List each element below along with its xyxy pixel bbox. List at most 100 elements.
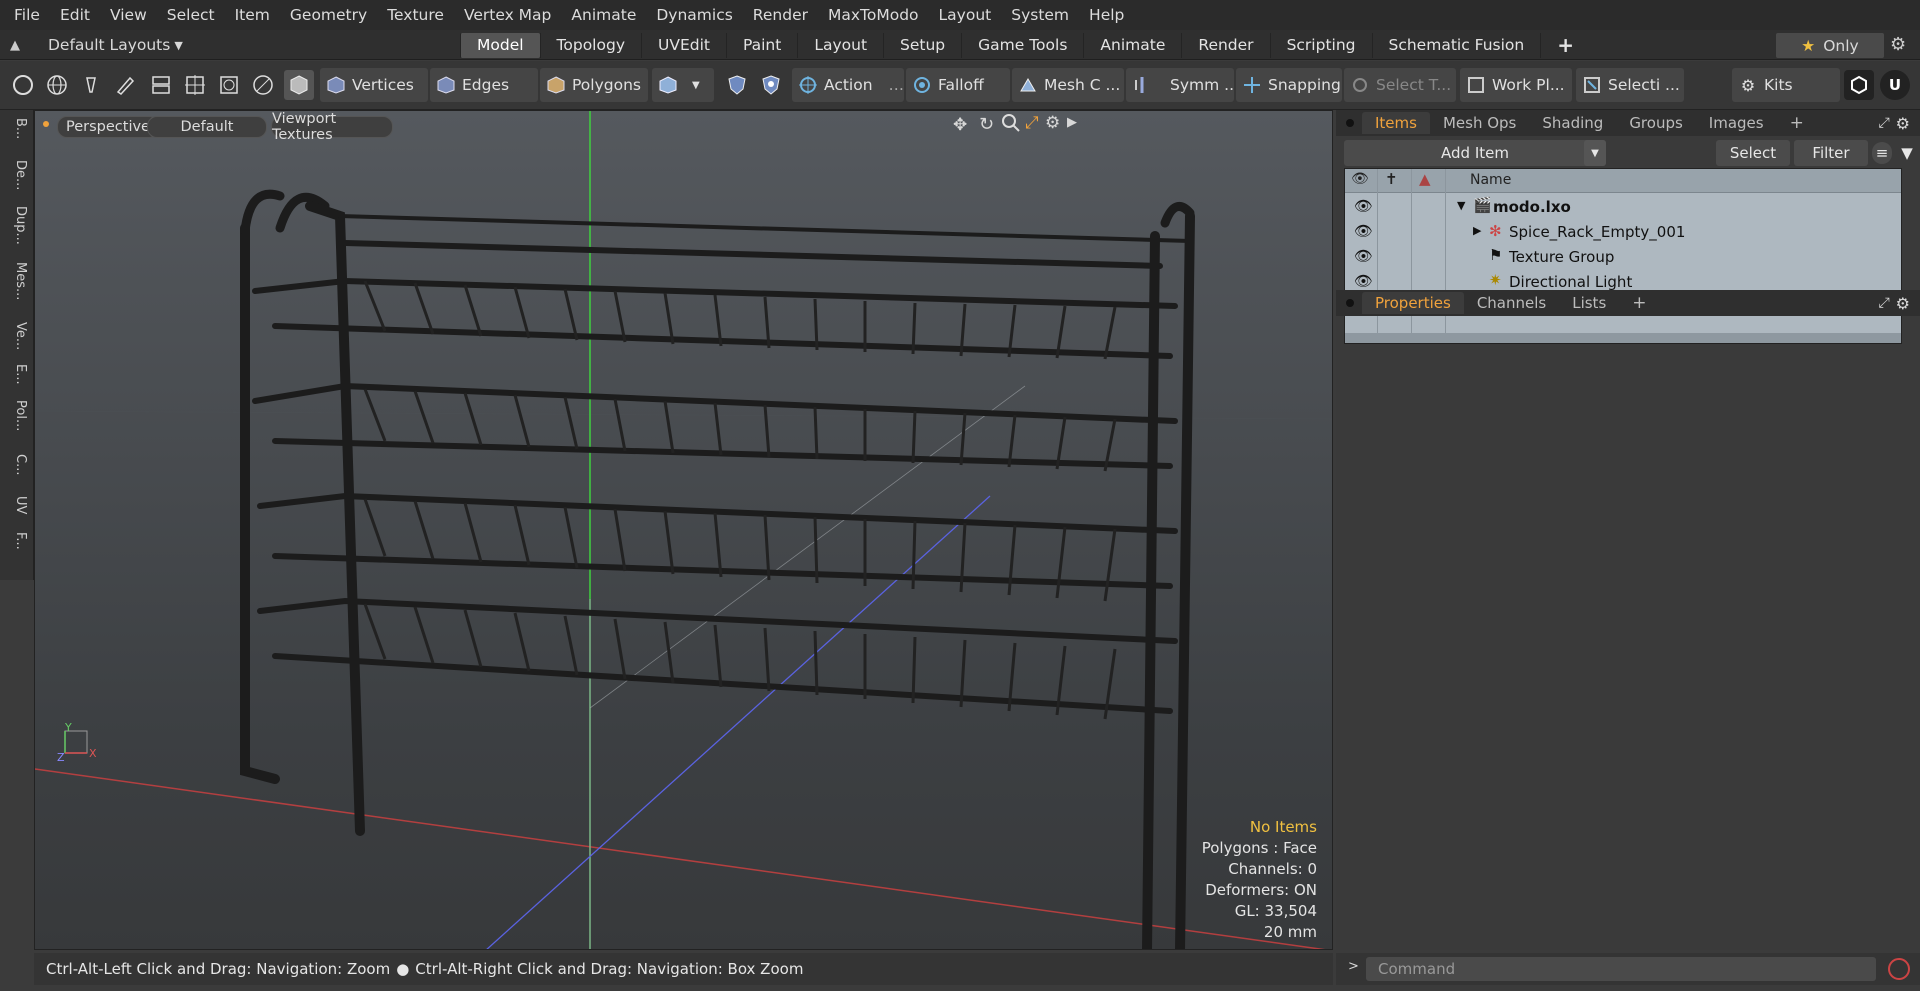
item-mode-button[interactable]: ▼: [652, 68, 714, 102]
select-button[interactable]: Select: [1716, 140, 1790, 166]
action-center-button[interactable]: Action …: [792, 68, 904, 102]
horizontal-scrollbar[interactable]: [1345, 333, 1901, 343]
lasso-icon[interactable]: [76, 70, 106, 100]
unity-icon[interactable]: [1844, 70, 1874, 100]
name-column-header[interactable]: Name: [1470, 172, 1511, 188]
list-item[interactable]: 👁 ⚑ Texture Group: [1345, 245, 1901, 270]
add-item-dropdown[interactable]: ▼: [1584, 140, 1606, 166]
funnel-icon[interactable]: ▼: [1896, 142, 1918, 164]
left-tab-duplicate[interactable]: Dup...: [6, 206, 28, 245]
tab-shading[interactable]: Shading: [1529, 112, 1616, 134]
filter-button[interactable]: Filter: [1794, 140, 1868, 166]
menu-animate[interactable]: Animate: [561, 6, 646, 24]
layout-selector[interactable]: ▲ Default Layouts ▼: [10, 30, 183, 60]
3d-viewport[interactable]: Perspective Default Viewport Textures ✥ …: [34, 110, 1333, 950]
selection-sets-button[interactable]: Selecti ...: [1576, 68, 1684, 102]
expand-icon[interactable]: ⤢: [1878, 295, 1889, 311]
zoom-icon[interactable]: [1001, 113, 1021, 137]
items-gear-icon[interactable]: ⚙: [1896, 114, 1910, 133]
tab-items[interactable]: Items: [1362, 112, 1430, 134]
maximize-icon[interactable]: ⤢: [1025, 113, 1039, 133]
snapping-button[interactable]: Snapping: [1236, 68, 1342, 102]
eye-icon[interactable]: 👁: [1354, 222, 1373, 240]
left-tab-polygon[interactable]: Pol...: [6, 400, 28, 431]
left-tab-deform[interactable]: De...: [6, 160, 28, 190]
expand-arrow-icon[interactable]: ▼: [1457, 199, 1465, 212]
command-input[interactable]: Command: [1366, 957, 1876, 981]
tab-layout[interactable]: Layout: [797, 33, 883, 58]
add-panel-tab-icon[interactable]: +: [1777, 112, 1817, 134]
rotate-icon[interactable]: [214, 70, 244, 100]
list-item[interactable]: 👁 ▼ 🎬 modo.lxo: [1345, 195, 1901, 220]
left-tab-mesh[interactable]: Mes...: [6, 262, 28, 300]
menu-file[interactable]: File: [4, 6, 50, 24]
add-item-button[interactable]: Add Item: [1344, 140, 1606, 166]
tab-properties[interactable]: Properties: [1362, 292, 1464, 314]
tab-setup[interactable]: Setup: [883, 33, 961, 58]
list-options-icon[interactable]: ≡: [1872, 142, 1892, 164]
shading-dropdown[interactable]: Default: [147, 116, 267, 138]
eye-icon[interactable]: 👁: [1354, 197, 1373, 215]
menu-view[interactable]: View: [100, 6, 157, 24]
properties-gear-icon[interactable]: ⚙: [1896, 294, 1910, 313]
tab-topology[interactable]: Topology: [539, 33, 641, 58]
eye-icon[interactable]: 👁: [1354, 247, 1373, 265]
menu-vertex-map[interactable]: Vertex Map: [454, 6, 561, 24]
tab-game-tools[interactable]: Game Tools: [961, 33, 1083, 58]
unreal-icon[interactable]: U: [1880, 70, 1910, 100]
pan-icon[interactable]: ✥: [953, 115, 967, 135]
perspective-dropdown[interactable]: Perspective: [57, 116, 159, 138]
viewport-gear-icon[interactable]: ⚙: [1045, 113, 1060, 133]
menu-dynamics[interactable]: Dynamics: [646, 6, 742, 24]
record-icon[interactable]: [1888, 958, 1910, 980]
menu-render[interactable]: Render: [743, 6, 818, 24]
add-panel-tab-icon[interactable]: +: [1619, 292, 1659, 314]
viewport-textures-dropdown[interactable]: Viewport Textures: [271, 111, 393, 143]
transform-icon[interactable]: [146, 70, 176, 100]
tab-model[interactable]: Model: [460, 33, 540, 58]
globe-icon[interactable]: [42, 70, 72, 100]
select-through-button[interactable]: Select T...: [1344, 68, 1456, 102]
kits-button[interactable]: ⚙ Kits: [1732, 68, 1840, 102]
eye-icon[interactable]: 👁: [1354, 272, 1373, 290]
polygons-button[interactable]: Polygons: [540, 68, 648, 102]
menu-system[interactable]: System: [1001, 6, 1079, 24]
menu-help[interactable]: Help: [1079, 6, 1134, 24]
tab-mesh-ops[interactable]: Mesh Ops: [1430, 112, 1529, 134]
pen-icon[interactable]: [110, 70, 140, 100]
grid-icon[interactable]: [180, 70, 210, 100]
tab-animate[interactable]: Animate: [1083, 33, 1181, 58]
menu-item[interactable]: Item: [225, 6, 280, 24]
select-circle-icon[interactable]: [8, 70, 38, 100]
symmetry-button[interactable]: Symm ...: [1126, 68, 1234, 102]
collapse-up-icon[interactable]: ▲: [10, 38, 20, 53]
scale-icon[interactable]: [248, 70, 278, 100]
left-tab-basic[interactable]: B...: [6, 118, 28, 139]
menu-maxtomodo[interactable]: MaxToModo: [818, 6, 929, 24]
left-tab-vertex[interactable]: Ve...: [6, 322, 28, 350]
shield-icon[interactable]: [722, 70, 752, 100]
left-tab-edge[interactable]: E...: [6, 364, 28, 385]
list-item[interactable]: 👁 ▶ ✻ Spice_Rack_Empty_001: [1345, 220, 1901, 245]
tab-uvedit[interactable]: UVEdit: [641, 33, 726, 58]
gear-icon[interactable]: ⚙: [1890, 34, 1906, 55]
menu-select[interactable]: Select: [157, 6, 225, 24]
menu-geometry[interactable]: Geometry: [280, 6, 377, 24]
orbit-icon[interactable]: ↻: [979, 114, 994, 135]
edges-button[interactable]: Edges: [430, 68, 538, 102]
tab-schematic-fusion[interactable]: Schematic Fusion: [1371, 33, 1541, 58]
tab-lists[interactable]: Lists: [1559, 292, 1619, 314]
shield-star-icon[interactable]: [756, 70, 786, 100]
vertices-button[interactable]: Vertices: [320, 68, 428, 102]
viewport-menu-arrow-icon[interactable]: ▶: [1067, 115, 1077, 130]
tab-channels[interactable]: Channels: [1464, 292, 1559, 314]
left-tab-curve[interactable]: C...: [6, 454, 28, 475]
expand-icon[interactable]: ⤢: [1878, 115, 1889, 131]
menu-texture[interactable]: Texture: [377, 6, 454, 24]
only-button[interactable]: ★ Only: [1776, 33, 1884, 58]
tab-images[interactable]: Images: [1696, 112, 1777, 134]
expand-arrow-icon[interactable]: ▶: [1473, 224, 1481, 237]
tab-paint[interactable]: Paint: [725, 33, 797, 58]
cube-mode-icon[interactable]: [284, 70, 314, 100]
tab-render[interactable]: Render: [1181, 33, 1269, 58]
